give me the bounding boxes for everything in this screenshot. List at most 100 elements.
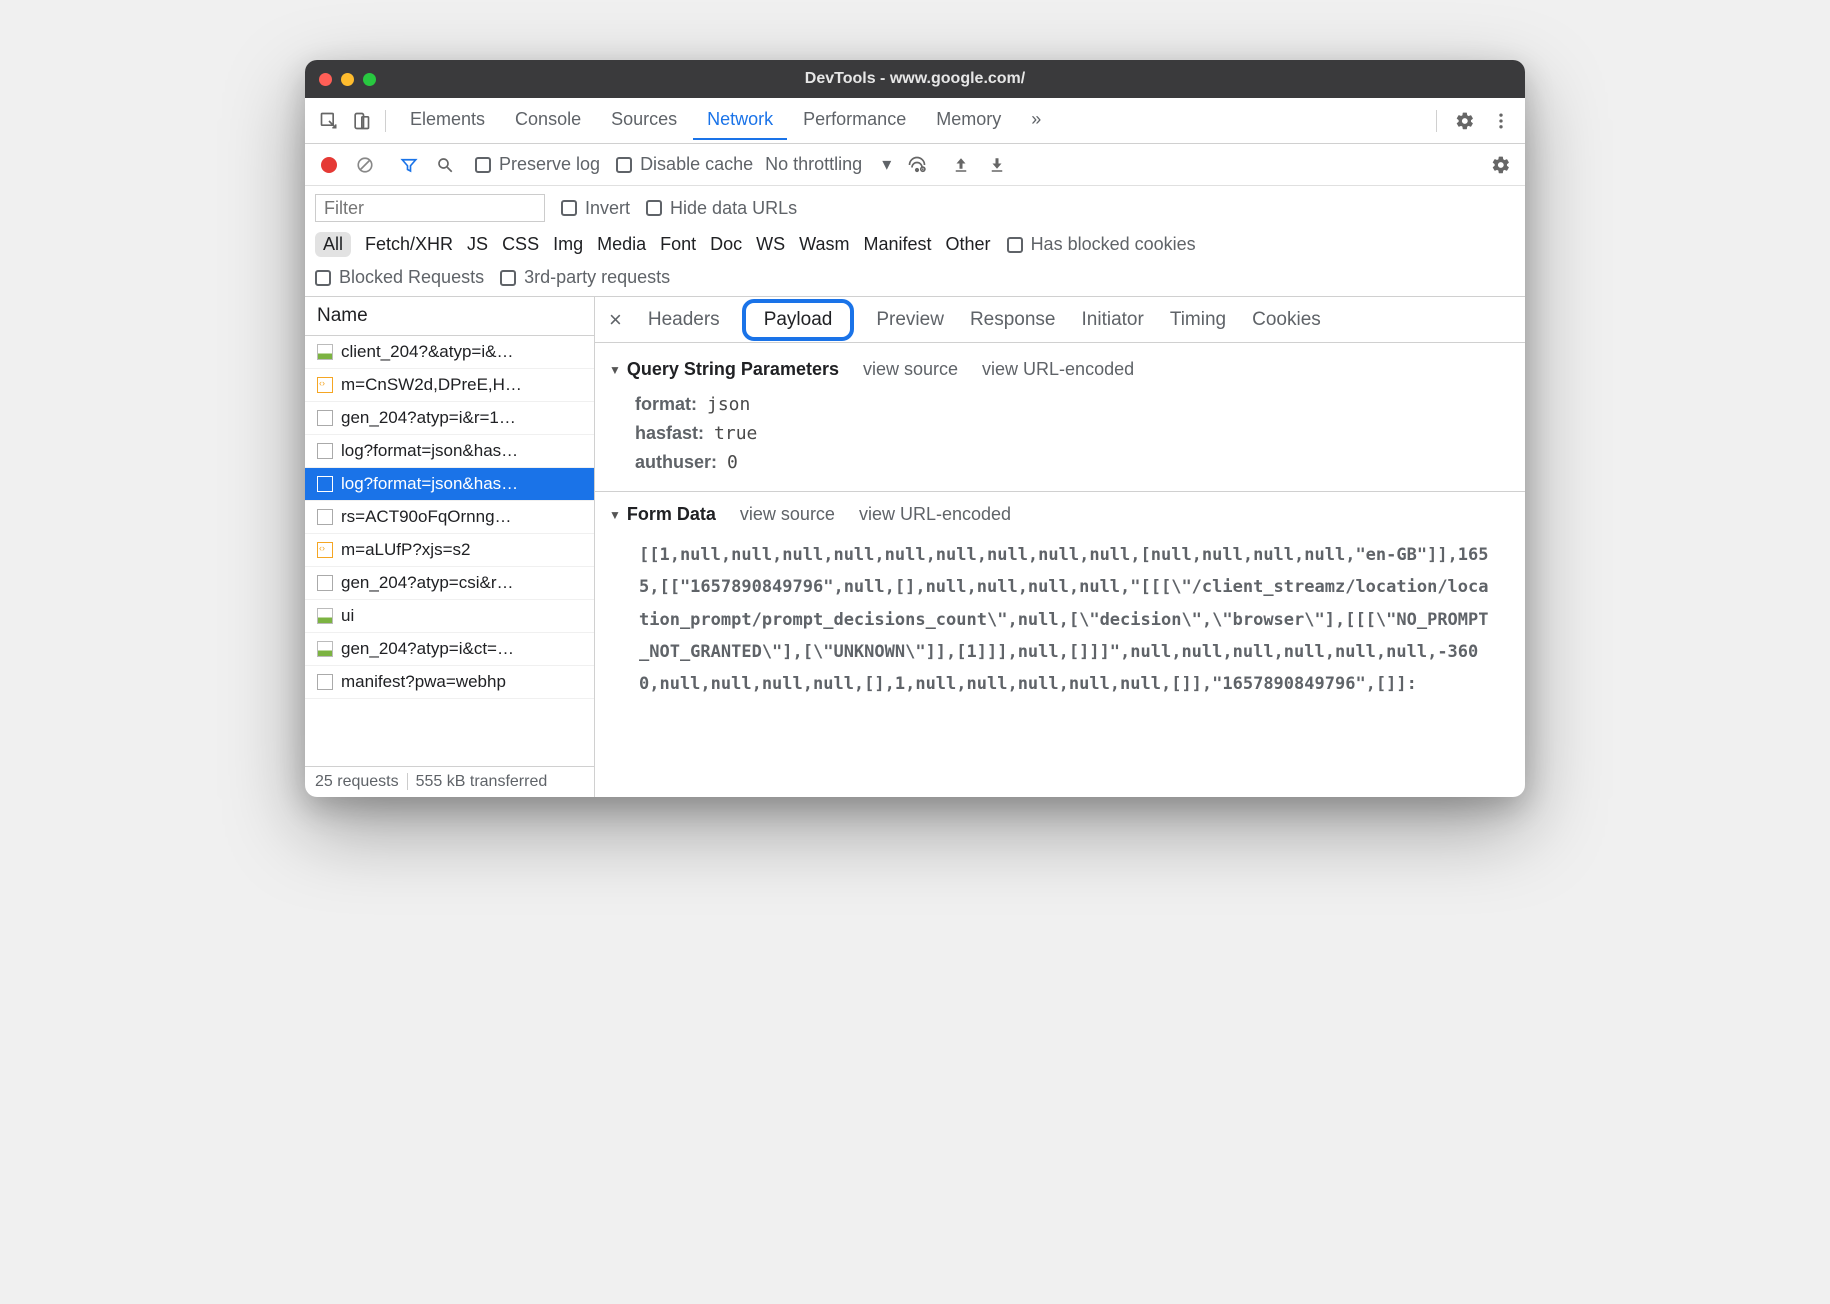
detail-tab-timing[interactable]: Timing [1166, 303, 1230, 337]
request-row[interactable]: gen_204?atyp=i&r=1… [305, 402, 594, 435]
request-row[interactable]: m=CnSW2d,DPreE,H… [305, 369, 594, 402]
kebab-menu-icon[interactable] [1487, 107, 1515, 135]
form-section-toggle[interactable]: ▼Form Data [609, 504, 716, 525]
tab-sources[interactable]: Sources [597, 101, 691, 140]
request-row[interactable]: ui [305, 600, 594, 633]
doc-resource-icon [317, 674, 333, 690]
preserve-log-label: Preserve log [499, 154, 600, 175]
device-toolbar-icon[interactable] [347, 107, 375, 135]
doc-resource-icon [317, 443, 333, 459]
query-section-toggle[interactable]: ▼Query String Parameters [609, 359, 839, 380]
search-icon[interactable] [431, 151, 459, 179]
detail-tab-response[interactable]: Response [966, 303, 1060, 337]
view-source-link[interactable]: view source [863, 359, 958, 380]
triangle-down-icon: ▼ [609, 508, 621, 522]
tab-console[interactable]: Console [501, 101, 595, 140]
form-view-encoded-link[interactable]: view URL-encoded [859, 504, 1011, 525]
detail-panel: × Headers Payload Preview Response Initi… [595, 297, 1525, 797]
inspect-element-icon[interactable] [315, 107, 343, 135]
form-data-section: ▼Form Data view source view URL-encoded … [595, 491, 1525, 718]
third-party-checkbox[interactable]: 3rd-party requests [500, 267, 670, 288]
query-section-title: Query String Parameters [627, 359, 839, 380]
filter-input[interactable] [315, 194, 545, 222]
request-row[interactable]: manifest?pwa=webhp [305, 666, 594, 699]
filter-type-img[interactable]: Img [553, 234, 583, 255]
request-name: client_204?&atyp=i&… [341, 342, 513, 362]
tab-memory[interactable]: Memory [922, 101, 1015, 140]
titlebar: DevTools - www.google.com/ [305, 60, 1525, 98]
filter-type-js[interactable]: JS [467, 234, 488, 255]
detail-tab-cookies[interactable]: Cookies [1248, 303, 1325, 337]
upload-har-icon[interactable] [947, 151, 975, 179]
filter-type-group: All Fetch/XHR JS CSS Img Media Font Doc … [315, 232, 991, 257]
network-conditions-icon[interactable] [903, 151, 931, 179]
more-tabs-button[interactable]: » [1017, 101, 1055, 140]
network-settings-icon[interactable] [1487, 151, 1515, 179]
request-row[interactable]: gen_204?atyp=i&ct=… [305, 633, 594, 666]
traffic-lights [319, 73, 376, 86]
hide-data-urls-checkbox[interactable]: Hide data URLs [646, 198, 797, 219]
close-window-button[interactable] [319, 73, 332, 86]
blocked-requests-label: Blocked Requests [339, 267, 484, 288]
filter-bar: Invert Hide data URLs All Fetch/XHR JS C… [305, 186, 1525, 297]
filter-type-ws[interactable]: WS [756, 234, 785, 255]
param-key: hasfast: [635, 423, 704, 444]
invert-checkbox[interactable]: Invert [561, 198, 630, 219]
form-view-source-link[interactable]: view source [740, 504, 835, 525]
request-row[interactable]: m=aLUfP?xjs=s2 [305, 534, 594, 567]
request-row[interactable]: gen_204?atyp=csi&r… [305, 567, 594, 600]
detail-tab-headers[interactable]: Headers [644, 303, 724, 337]
maximize-window-button[interactable] [363, 73, 376, 86]
img-resource-icon [317, 608, 333, 624]
settings-icon[interactable] [1451, 107, 1479, 135]
filter-type-font[interactable]: Font [660, 234, 696, 255]
param-row: hasfast:true [609, 419, 1511, 448]
blocked-requests-checkbox[interactable]: Blocked Requests [315, 267, 484, 288]
detail-tab-initiator[interactable]: Initiator [1078, 303, 1148, 337]
filter-type-other[interactable]: Other [946, 234, 991, 255]
view-encoded-link[interactable]: view URL-encoded [982, 359, 1134, 380]
close-detail-button[interactable]: × [605, 307, 626, 333]
request-list: Name client_204?&atyp=i&… m=CnSW2d,DPreE,… [305, 297, 595, 797]
detail-tabs: × Headers Payload Preview Response Initi… [595, 297, 1525, 343]
request-footer: 25 requests 555 kB transferred [305, 766, 594, 797]
request-count: 25 requests [315, 773, 399, 791]
filter-type-fetch[interactable]: Fetch/XHR [365, 234, 453, 255]
preserve-log-checkbox[interactable]: Preserve log [475, 154, 600, 175]
filter-type-all[interactable]: All [315, 232, 351, 257]
request-row[interactable]: rs=ACT90oFqOrnng… [305, 501, 594, 534]
request-row[interactable]: log?format=json&has… [305, 435, 594, 468]
content-area: Name client_204?&atyp=i&… m=CnSW2d,DPreE,… [305, 297, 1525, 797]
devtools-window: DevTools - www.google.com/ Elements Cons… [305, 60, 1525, 797]
third-party-label: 3rd-party requests [524, 267, 670, 288]
blocked-cookies-label: Has blocked cookies [1031, 234, 1196, 255]
request-name: m=CnSW2d,DPreE,H… [341, 375, 522, 395]
blocked-cookies-checkbox[interactable]: Has blocked cookies [1007, 234, 1196, 255]
detail-tab-preview[interactable]: Preview [872, 303, 948, 337]
throttling-select[interactable]: No throttling ▾ [761, 152, 895, 177]
network-toolbar: Preserve log Disable cache No throttling… [305, 144, 1525, 186]
filter-type-doc[interactable]: Doc [710, 234, 742, 255]
filter-icon[interactable] [395, 151, 423, 179]
record-button[interactable] [315, 151, 343, 179]
detail-tab-payload[interactable]: Payload [742, 299, 855, 341]
filter-type-media[interactable]: Media [597, 234, 646, 255]
filter-type-css[interactable]: CSS [502, 234, 539, 255]
disable-cache-checkbox[interactable]: Disable cache [616, 154, 753, 175]
request-row[interactable]: client_204?&atyp=i&… [305, 336, 594, 369]
filter-type-wasm[interactable]: Wasm [799, 234, 849, 255]
request-name: log?format=json&has… [341, 441, 518, 461]
minimize-window-button[interactable] [341, 73, 354, 86]
filter-type-manifest[interactable]: Manifest [864, 234, 932, 255]
clear-button[interactable] [351, 151, 379, 179]
window-title: DevTools - www.google.com/ [305, 70, 1525, 88]
request-row[interactable]: log?format=json&has… [305, 468, 594, 501]
download-har-icon[interactable] [983, 151, 1011, 179]
query-string-section: ▼Query String Parameters view source vie… [595, 355, 1525, 491]
request-list-header[interactable]: Name [305, 297, 594, 336]
tab-performance[interactable]: Performance [789, 101, 920, 140]
tab-elements[interactable]: Elements [396, 101, 499, 140]
tab-network[interactable]: Network [693, 101, 787, 140]
detail-body: ▼Query String Parameters view source vie… [595, 343, 1525, 797]
param-row: authuser:0 [609, 448, 1511, 477]
